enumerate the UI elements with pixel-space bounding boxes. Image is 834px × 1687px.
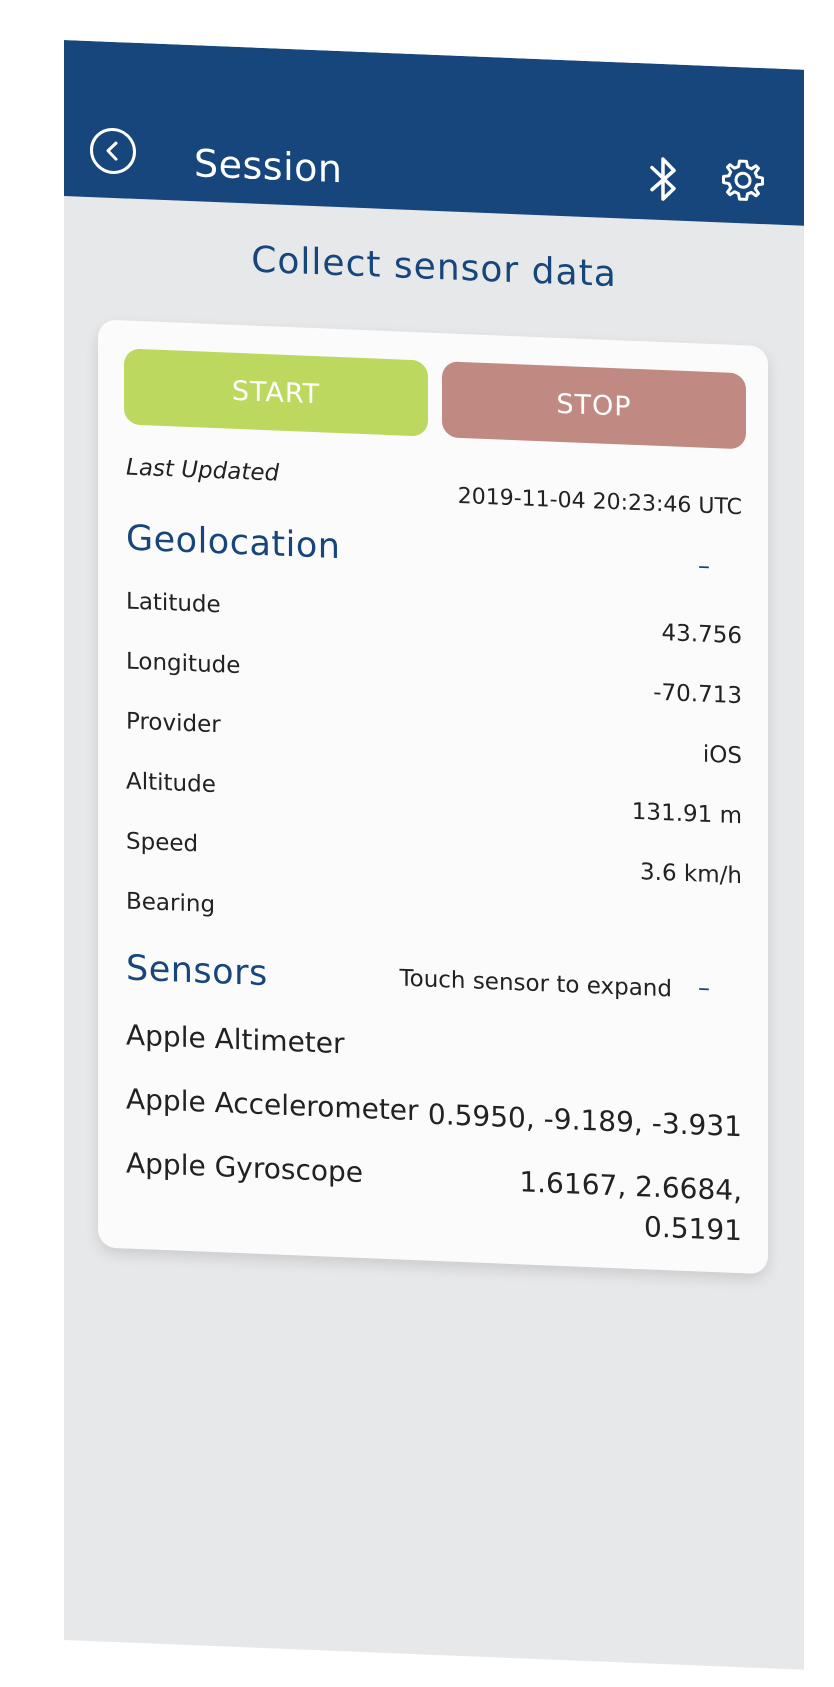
back-button[interactable]: [90, 127, 136, 175]
app-screen: Session Collect sensor data START STOP L…: [64, 40, 804, 1670]
app-header: Session: [64, 40, 804, 226]
geo-row-latitude: Latitude 43.756: [126, 588, 742, 657]
sensor-item-altimeter[interactable]: Apple Altimeter: [126, 1018, 742, 1093]
geo-label: Altitude: [126, 768, 216, 799]
geo-row-longitude: Longitude -70.713: [126, 648, 742, 717]
geo-value: 43.756: [661, 619, 742, 650]
geolocation-collapse-button[interactable]: –: [698, 551, 710, 579]
page-title: Collect sensor data: [251, 239, 617, 296]
geo-value: 3.6 km/h: [640, 859, 742, 890]
last-updated-value: 2019-11-04 20:23:46 UTC: [457, 483, 742, 521]
gear-icon[interactable]: [720, 156, 766, 204]
geo-row-bearing: Bearing: [126, 888, 742, 957]
sensor-value-line: 0.5191: [644, 1210, 742, 1248]
start-button[interactable]: START: [124, 348, 428, 437]
geo-value: 131.91 m: [631, 798, 742, 830]
sensor-value: 1.6167, 2.6684, 0.5191: [519, 1162, 742, 1251]
sensor-label: Apple Gyroscope: [126, 1146, 364, 1190]
bluetooth-icon[interactable]: [646, 153, 680, 204]
sensor-value-line: 1.6167, 2.6684,: [519, 1165, 742, 1208]
sensor-card: START STOP Last Updated 2019-11-04 20:23…: [98, 319, 768, 1275]
header-title: Session: [194, 141, 343, 192]
sensor-label: Apple Altimeter: [126, 1018, 345, 1061]
sensors-hint: Touch sensor to expand: [399, 965, 673, 1003]
geo-label: Latitude: [126, 588, 221, 619]
sensor-item-gyroscope[interactable]: Apple Gyroscope 1.6167, 2.6684, 0.5191: [126, 1146, 742, 1261]
sensors-title: Sensors: [126, 948, 268, 995]
sensor-label: Apple Accelerometer: [126, 1082, 419, 1128]
geo-label: Longitude: [126, 648, 241, 680]
sensors-collapse-button[interactable]: –: [698, 973, 710, 1001]
chevron-left-icon: [106, 141, 118, 161]
last-updated-label: Last Updated: [126, 454, 280, 487]
geo-label: Bearing: [126, 888, 216, 919]
geo-row-speed: Speed 3.6 km/h: [126, 828, 742, 897]
geo-value: -70.713: [653, 679, 742, 710]
stop-button[interactable]: STOP: [442, 361, 746, 450]
geo-value: iOS: [702, 741, 742, 770]
sensor-item-accelerometer[interactable]: Apple Accelerometer 0.5950, -9.189, -3.9…: [126, 1082, 742, 1157]
sensor-value: 0.5950, -9.189, -3.931: [427, 1097, 742, 1144]
geo-row-provider: Provider iOS: [126, 708, 742, 777]
stage: Session Collect sensor data START STOP L…: [0, 0, 834, 1687]
geolocation-title: Geolocation: [126, 518, 341, 568]
geo-row-altitude: Altitude 131.91 m: [126, 768, 742, 837]
geo-label: Speed: [126, 828, 199, 858]
geo-label: Provider: [126, 708, 221, 739]
